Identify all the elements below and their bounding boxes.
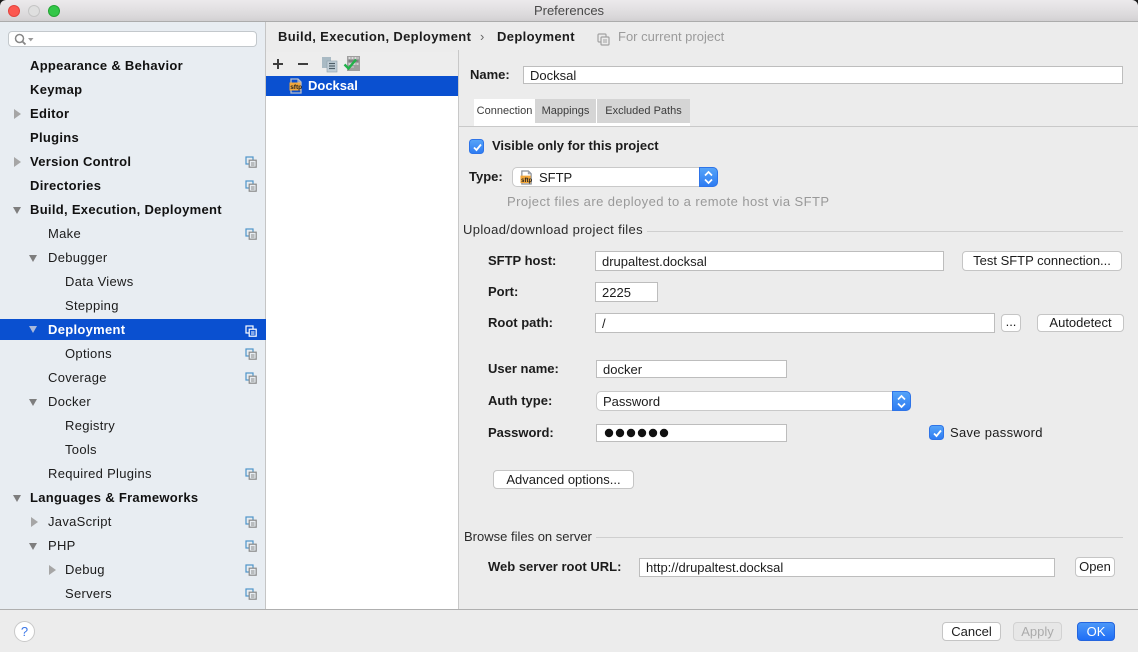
svg-text:sftp: sftp [290, 84, 302, 91]
svg-text:sftp: sftp [521, 178, 532, 184]
